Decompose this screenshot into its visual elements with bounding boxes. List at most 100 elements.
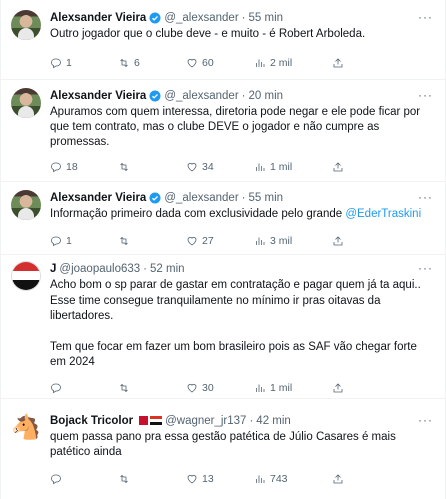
views-chart-icon — [256, 59, 265, 67]
retweet-button[interactable] — [118, 473, 186, 485]
verified-badge-icon — [149, 90, 161, 102]
share-button[interactable] — [332, 382, 348, 394]
author-name[interactable]: Alexsander Vieira — [50, 192, 146, 204]
separator-dot: · — [143, 263, 147, 275]
tweet[interactable]: Alexsander Vieira @_alexsander · 55 min … — [1, 182, 445, 255]
reply-icon — [51, 474, 61, 485]
tweet-time[interactable]: 52 min — [150, 263, 185, 275]
tweet-text: Acho bom o sp parar de gastar em contrat… — [50, 278, 435, 371]
more-options-icon[interactable]: ··· — [418, 190, 433, 204]
reply-icon — [51, 58, 61, 69]
tweet-paragraph: Acho bom o sp parar de gastar em contrat… — [50, 279, 421, 322]
share-icon — [333, 382, 343, 392]
more-options-icon[interactable]: ··· — [418, 88, 433, 102]
retweet-icon — [120, 383, 128, 392]
share-icon — [333, 58, 343, 68]
like-count: 27 — [202, 235, 214, 247]
author-name[interactable]: J — [50, 263, 56, 275]
author-handle[interactable]: @_alexsander — [164, 192, 238, 204]
retweet-button[interactable] — [118, 382, 186, 394]
views-button[interactable]: 3 mil — [254, 235, 322, 247]
flag-icon — [150, 416, 163, 426]
reply-button[interactable]: 18 — [50, 161, 118, 173]
separator-dot: · — [241, 12, 246, 24]
like-count: 60 — [202, 57, 214, 69]
reply-icon — [51, 162, 61, 173]
tweet-text: quem passa pano pra essa gestão patética… — [50, 430, 435, 460]
author-handle[interactable]: @_alexsander — [164, 12, 238, 24]
tweet-actions: 13 743 — [50, 470, 435, 488]
author-handle[interactable]: @_alexsander — [164, 90, 238, 102]
tweet[interactable]: Alexsander Vieira @_alexsander · 20 min … — [1, 80, 445, 182]
reply-count: 18 — [66, 161, 78, 173]
separator-dot: · — [241, 192, 246, 204]
heart-icon — [187, 383, 197, 392]
views-chart-icon — [256, 237, 265, 245]
tweet[interactable]: J @joaopaulo633 · 52 min ··· Acho bom o … — [1, 255, 445, 399]
like-count: 30 — [202, 381, 214, 394]
retweet-button[interactable] — [118, 161, 186, 173]
tweet-paragraph: quem passa pano pra essa gestão patética… — [50, 431, 396, 458]
like-button[interactable]: 27 — [186, 235, 254, 247]
views-chart-icon — [256, 384, 265, 392]
views-count: 1 mil — [270, 381, 293, 394]
separator-dot: · — [241, 90, 246, 102]
like-button[interactable]: 60 — [186, 57, 254, 69]
share-icon — [333, 474, 343, 484]
heart-icon — [187, 58, 197, 68]
more-options-icon[interactable]: ··· — [418, 413, 433, 427]
tweet-actions: 30 1 mil — [50, 379, 435, 397]
avatar[interactable]: 🐴 — [11, 413, 41, 443]
mention-link[interactable]: @EderTraskini — [345, 208, 421, 220]
more-options-icon[interactable]: ··· — [418, 261, 433, 275]
avatar[interactable] — [11, 261, 41, 291]
heart-icon — [187, 162, 197, 172]
author-name[interactable]: Alexsander Vieira — [50, 90, 146, 102]
horse-emoji-icon — [139, 416, 149, 426]
views-button[interactable]: 1 mil — [254, 161, 322, 173]
tweet-time[interactable]: 20 min — [249, 90, 284, 102]
share-button[interactable] — [332, 235, 348, 247]
like-count: 13 — [202, 473, 214, 485]
avatar[interactable] — [11, 88, 41, 118]
views-button[interactable]: 2 mil — [254, 57, 322, 69]
views-button[interactable]: 743 — [254, 473, 322, 485]
like-button[interactable]: 30 — [186, 382, 254, 394]
tweet-text: Apuramos com quem interessa, diretoria p… — [50, 105, 435, 150]
tweet-paragraph: Tem que focar em fazer um bom brasileiro… — [50, 340, 417, 369]
retweet-button[interactable] — [118, 235, 186, 247]
tweet-time[interactable]: 42 min — [256, 415, 291, 427]
author-name[interactable]: Bojack Tricolor — [50, 415, 133, 427]
avatar[interactable] — [11, 190, 41, 220]
tweet-time[interactable]: 55 min — [249, 192, 284, 204]
avatar[interactable] — [11, 10, 41, 40]
reply-button[interactable] — [50, 473, 118, 485]
views-count: 1 mil — [270, 161, 293, 173]
reply-button[interactable]: 1 — [50, 235, 118, 247]
tweet[interactable]: Alexsander Vieira @_alexsander · 55 min … — [1, 0, 445, 80]
retweet-icon — [120, 162, 128, 172]
author-name[interactable]: Alexsander Vieira — [50, 12, 146, 24]
tweet-paragraph: Outro jogador que o clube deve - e muito… — [50, 28, 366, 40]
heart-icon — [187, 474, 197, 484]
share-button[interactable] — [332, 161, 348, 173]
views-button[interactable]: 1 mil — [254, 382, 322, 394]
tweet[interactable]: 🐴 Bojack Tricolor @wagner_jr137 · 42 min… — [1, 399, 445, 499]
author-handle[interactable]: @joaopaulo633 — [59, 263, 140, 275]
retweet-button[interactable]: 6 — [118, 57, 186, 69]
more-options-icon[interactable]: ··· — [418, 10, 433, 24]
like-button[interactable]: 13 — [186, 473, 254, 485]
retweet-count: 6 — [134, 57, 140, 69]
author-handle[interactable]: @wagner_jr137 — [165, 415, 246, 427]
share-button[interactable] — [332, 57, 348, 69]
share-button[interactable] — [332, 473, 348, 485]
tweet-time[interactable]: 55 min — [249, 12, 284, 24]
retweet-icon — [120, 236, 128, 246]
like-button[interactable]: 34 — [186, 161, 254, 173]
reply-button[interactable]: 1 — [50, 57, 118, 69]
reply-button[interactable] — [50, 382, 118, 394]
retweet-icon — [120, 474, 128, 484]
flag-emojis — [137, 416, 163, 427]
tweet-paragraph: Apuramos com quem interessa, diretoria p… — [50, 106, 421, 148]
heart-icon — [187, 236, 197, 246]
